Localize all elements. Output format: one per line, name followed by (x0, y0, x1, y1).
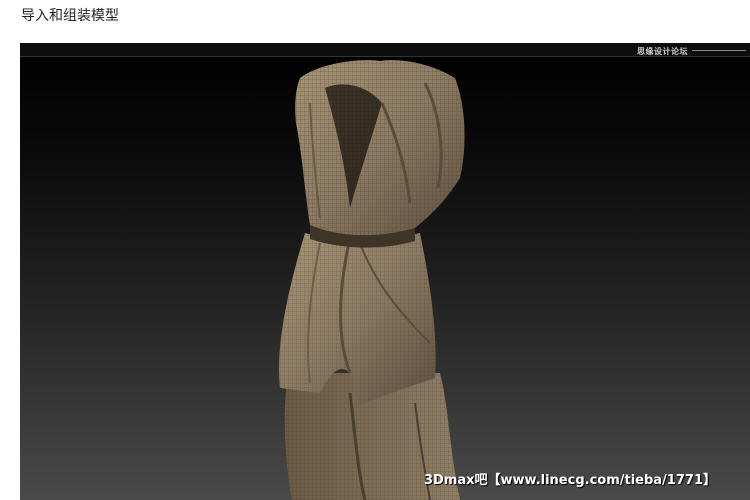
watermark-text: 3Dmax吧【www.linecg.com/tieba/1771】 (423, 473, 716, 488)
wrap-skirt-shape (279, 233, 436, 405)
article-page: 导入和组装模型 思缘设计论坛 3Dmax吧【www.linecg.com/tie… (0, 0, 750, 500)
model-screenshot: 思缘设计论坛 3Dmax吧【www.linecg.com/tieba/1771】 (20, 43, 750, 500)
top-garment-shape (295, 60, 465, 236)
section-heading: 导入和组装模型 (21, 8, 119, 24)
garment-model-render (279, 60, 465, 500)
